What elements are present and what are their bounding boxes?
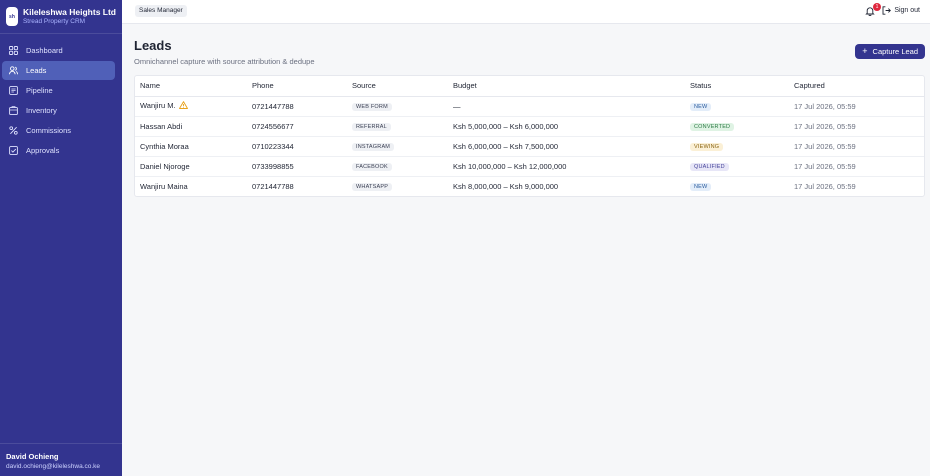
cell-status: NEW — [685, 176, 789, 196]
status-badge: CONVERTED — [690, 123, 735, 131]
column-header-phone[interactable]: Phone — [247, 76, 347, 97]
column-header-captured[interactable]: Captured — [789, 76, 924, 97]
cell-name: Daniel Njoroge — [135, 156, 247, 177]
cell-phone: 0721447788 — [247, 96, 347, 117]
grid-icon — [9, 46, 18, 55]
sidebar-item-leads[interactable]: Leads — [2, 61, 115, 80]
cell-status: VIEWING — [685, 136, 789, 157]
column-header-name[interactable]: Name — [135, 76, 247, 97]
sidebar-item-label: Leads — [26, 66, 47, 75]
sidebar-item-pipeline[interactable]: Pipeline — [2, 81, 115, 100]
sign-out-button[interactable]: Sign out — [882, 6, 920, 15]
page-title: Leads — [134, 38, 172, 53]
topbar: Sales Manager 1 Sign out — [122, 0, 930, 24]
lead-name: Wanjiru M. — [140, 100, 176, 110]
warning-icon — [178, 101, 188, 111]
cell-source: INSTAGRAM — [347, 136, 448, 157]
table-row[interactable]: Wanjiru M. 0721447788 WEB FORM — NEW 17 … — [135, 96, 924, 117]
source-badge: WHATSAPP — [352, 183, 393, 192]
leads-table: Name Phone Source Budget Status Captured… — [135, 76, 924, 196]
status-badge: NEW — [690, 183, 712, 192]
cell-name: Wanjiru M. — [135, 96, 247, 117]
cell-source: WHATSAPP — [347, 176, 448, 196]
cell-budget: — — [448, 96, 685, 117]
sidebar-item-commissions[interactable]: Commissions — [2, 121, 115, 140]
sidebar: sh Kileleshwa Heights Ltd Stread Propert… — [0, 0, 122, 476]
table-header-row: Name Phone Source Budget Status Captured — [135, 76, 924, 97]
cell-phone: 0710223344 — [247, 136, 347, 157]
percent-icon — [9, 126, 18, 135]
sidebar-item-approvals[interactable]: Approvals — [2, 141, 115, 160]
cell-status: CONVERTED — [685, 116, 789, 137]
cell-budget: Ksh 5,000,000 – Ksh 6,000,000 — [448, 116, 685, 137]
table-row[interactable]: Hassan Abdi 0724556677 REFERRAL Ksh 5,00… — [135, 116, 924, 137]
main-content: Leads Omnichannel capture with source at… — [134, 38, 925, 197]
sidebar-item-label: Dashboard — [26, 46, 63, 55]
cell-name: Hassan Abdi — [135, 116, 247, 137]
column-header-status[interactable]: Status — [685, 76, 789, 97]
building-icon — [9, 106, 18, 115]
sign-out-label: Sign out — [894, 7, 920, 14]
cell-phone: 0724556677 — [247, 116, 347, 137]
source-badge: FACEBOOK — [352, 163, 392, 171]
user-email: david.ochieng@kileleshwa.co.ke — [6, 463, 101, 470]
brand-text: Kileleshwa Heights Ltd Stread Property C… — [23, 7, 116, 26]
pipeline-icon — [9, 86, 18, 95]
user-name: David Ochieng — [6, 452, 59, 461]
status-badge: VIEWING — [690, 143, 724, 151]
leads-table-card: Name Phone Source Budget Status Captured… — [134, 75, 925, 197]
brand-subtitle: Stread Property CRM — [22, 18, 86, 25]
capture-lead-label: Capture Lead — [872, 47, 918, 56]
cell-status: QUALIFIED — [685, 156, 789, 177]
cell-source: WEB FORM — [347, 96, 448, 117]
status-badge: QUALIFIED — [690, 163, 729, 171]
brand-logo: sh — [6, 7, 18, 26]
status-badge: NEW — [690, 103, 712, 111]
plus-icon: + — [862, 46, 868, 56]
cell-captured: 17 Jul 2026, 05:59 — [794, 181, 856, 191]
sidebar-item-label: Inventory — [26, 106, 57, 115]
cell-budget: Ksh 6,000,000 – Ksh 7,500,000 — [448, 136, 685, 157]
brand[interactable]: sh Kileleshwa Heights Ltd Stread Propert… — [0, 0, 122, 34]
user-profile[interactable]: David Ochieng david.ochieng@kileleshwa.c… — [0, 443, 122, 476]
brand-name: Kileleshwa Heights Ltd — [22, 7, 116, 17]
cell-source: FACEBOOK — [347, 156, 448, 177]
sidebar-item-label: Commissions — [26, 126, 72, 135]
source-badge: REFERRAL — [352, 123, 391, 131]
cell-captured: 17 Jul 2026, 05:59 — [789, 116, 924, 137]
cell-phone: 0721447788 — [252, 181, 294, 191]
table-row[interactable]: Daniel Njoroge 0733998855 FACEBOOK Ksh 1… — [135, 156, 924, 177]
table-row[interactable]: Cynthia Moraa 0710223344 INSTAGRAM Ksh 6… — [135, 136, 924, 157]
users-icon — [9, 66, 18, 75]
cell-budget: Ksh 10,000,000 – Ksh 12,000,000 — [448, 156, 685, 177]
column-header-source[interactable]: Source — [347, 76, 448, 97]
notification-count-badge: 1 — [873, 3, 881, 11]
cell-captured: 17 Jul 2026, 05:59 — [789, 96, 924, 117]
sidebar-item-label: Pipeline — [26, 86, 53, 95]
cell-name: Cynthia Moraa — [135, 136, 247, 157]
sidebar-item-dashboard[interactable]: Dashboard — [2, 41, 115, 60]
sidebar-item-inventory[interactable]: Inventory — [2, 101, 115, 120]
sign-out-icon — [882, 6, 892, 15]
page-subtitle: Omnichannel capture with source attribut… — [134, 57, 315, 66]
cell-source: REFERRAL — [347, 116, 448, 137]
capture-lead-button[interactable]: + Capture Lead — [855, 44, 925, 59]
source-badge: INSTAGRAM — [352, 143, 395, 151]
cell-budget: Ksh 8,000,000 – Ksh 9,000,000 — [453, 181, 559, 191]
column-header-budget[interactable]: Budget — [448, 76, 685, 97]
sidebar-item-label: Approvals — [26, 146, 60, 155]
table-row[interactable]: Wanjiru Maina 0721447788 WHATSAPP Ksh 8,… — [135, 176, 924, 196]
cell-captured: 17 Jul 2026, 05:59 — [789, 136, 924, 157]
cell-phone: 0733998855 — [247, 156, 347, 177]
sidebar-nav: Dashboard Leads Pipeline Inventory Commi… — [2, 41, 115, 161]
role-badge: Sales Manager — [135, 5, 187, 17]
cell-captured: 17 Jul 2026, 05:59 — [789, 156, 924, 177]
source-badge: WEB FORM — [352, 103, 392, 111]
cell-status: NEW — [685, 96, 789, 117]
cell-name: Wanjiru Maina — [140, 181, 188, 191]
check-square-icon — [9, 146, 18, 155]
